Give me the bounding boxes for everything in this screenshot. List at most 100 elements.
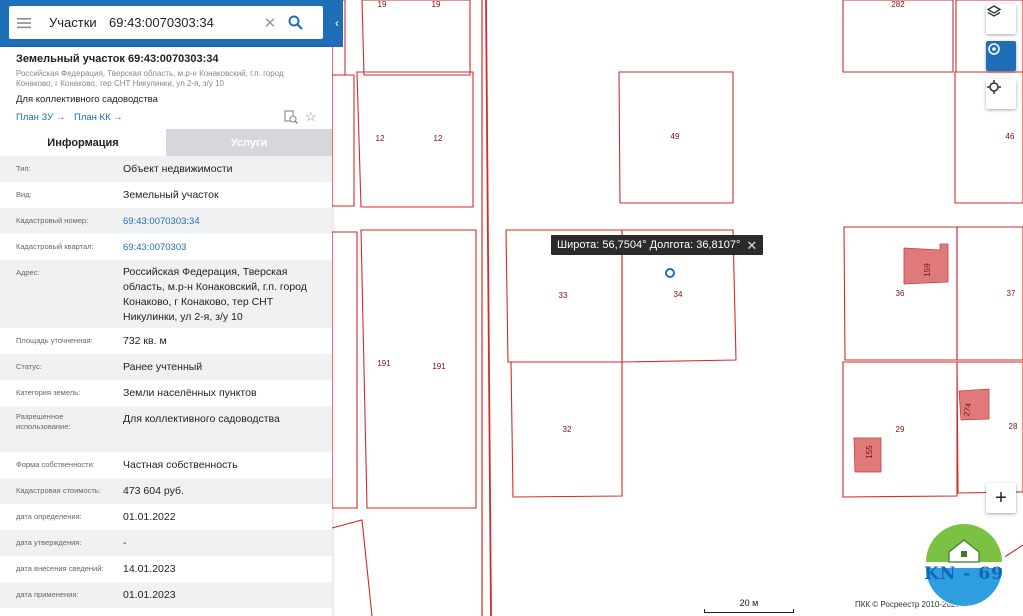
info-value: 732 кв. м	[123, 335, 167, 347]
plot-number-label: 12	[376, 134, 385, 143]
info-row: дата внесения сведений: 14.01.2023	[0, 556, 332, 582]
search-bar: Участки ✕ ‹	[0, 0, 343, 47]
object-type: Для коллективного садоводства	[16, 94, 158, 105]
search-icon[interactable]	[281, 15, 309, 30]
star-icon[interactable]: ☆	[305, 109, 317, 125]
plot-number-label: 191	[432, 362, 446, 371]
parcel-12	[356, 71, 474, 208]
info-value: Земельный участок	[123, 189, 219, 201]
info-label: Статус:	[16, 362, 42, 371]
info-label: Кадастровый номер:	[16, 216, 89, 225]
plot-number-label: 49	[671, 132, 680, 141]
plot-number-label: 282	[891, 0, 905, 9]
info-label: Площадь уточненная:	[16, 336, 93, 345]
parcel-282	[842, 0, 954, 73]
scale-line	[704, 609, 794, 613]
info-row: Вид: Земельный участок	[0, 182, 332, 208]
search-box: Участки ✕	[9, 6, 323, 39]
arrow-right-icon: →	[55, 112, 66, 123]
info-value: Российская Федерация, Тверская область, …	[123, 266, 307, 323]
clear-icon[interactable]: ✕	[259, 14, 281, 32]
info-value: Ранее учтенный	[123, 361, 203, 373]
info-value: 14.01.2023	[123, 563, 176, 575]
info-label: Вид:	[16, 190, 32, 199]
building-number-label: 155	[865, 445, 874, 459]
info-value: Для коллективного садоводства	[123, 413, 280, 425]
object-region: Российская Федерация, Тверская область, …	[16, 69, 284, 88]
zoom-in-label: +	[995, 486, 1007, 509]
layer-select[interactable]: Участки	[39, 15, 109, 30]
arrow-right-icon: →	[113, 112, 123, 123]
info-value: Объект недвижимости	[123, 163, 233, 175]
info-label: дата внесения сведений:	[16, 564, 104, 573]
coordinate-text: Широта: 56,7504° Долгота: 36,8107°	[557, 239, 741, 251]
location-pin-icon[interactable]	[665, 268, 675, 278]
crosshair-icon	[987, 80, 1001, 94]
info-label: Адрес:	[16, 268, 40, 277]
parcel-19	[361, 0, 471, 76]
plan-zu-label: План ЗУ	[16, 112, 54, 123]
plot-number-label: 46	[1006, 132, 1015, 141]
plot-number-label: 29	[896, 425, 905, 434]
search-input[interactable]	[109, 15, 259, 30]
plot-number-label: 191	[377, 359, 391, 368]
info-row: Тип: Объект недвижимости	[0, 156, 332, 182]
object-title: Земельный участок 69:43:0070303:34	[16, 53, 219, 65]
logo-text: KN - 69	[924, 564, 1004, 584]
info-value-link[interactable]: 69:43:0070303:34	[123, 214, 323, 229]
zoom-in-button[interactable]: +	[986, 483, 1016, 513]
target-icon	[988, 43, 1000, 55]
info-label: Кадастровый квартал:	[16, 242, 94, 251]
info-label: Тип:	[16, 164, 31, 173]
plan-kk-label: План КК	[74, 112, 111, 123]
plot-number-label: 37	[1007, 289, 1016, 298]
info-row: дата применения: 01.01.2023	[0, 582, 332, 608]
layers-button[interactable]	[986, 4, 1016, 34]
tab-services[interactable]: Услуги	[166, 129, 332, 156]
plan-zu-link[interactable]: План ЗУ →	[16, 112, 65, 123]
building-number-label: 159	[923, 263, 932, 277]
plot-number-label: 33	[559, 291, 568, 300]
info-label: дата определения:	[16, 512, 82, 521]
coordinate-popup: Широта: 56,7504° Долгота: 36,8107° ✕	[551, 235, 764, 255]
info-label: дата утверждения:	[16, 538, 82, 547]
info-row: Площадь уточненная: 732 кв. м	[0, 328, 332, 354]
info-label: Кадастровая стоимость:	[16, 486, 101, 495]
plot-number-label: 36	[896, 289, 905, 298]
tab-bar: Информация Услуги	[0, 129, 332, 156]
identify-button[interactable]	[986, 41, 1016, 71]
tab-info[interactable]: Информация	[0, 129, 166, 156]
info-row: Разрешенное использование: Для коллективн…	[0, 406, 332, 452]
collapse-panel-button[interactable]: ‹	[331, 14, 343, 32]
scale-bar: 20 м	[704, 598, 794, 613]
scale-label: 20 м	[739, 598, 759, 608]
info-row: Кадастровый номер: 69:43:0070303:34	[0, 208, 332, 234]
info-value: Частная собственность	[123, 459, 238, 471]
info-value-link[interactable]: 69:43:0070303	[123, 240, 323, 255]
close-icon[interactable]: ✕	[746, 239, 757, 252]
info-row: дата определения: 01.01.2022	[0, 504, 332, 530]
zoom-to-object-icon[interactable]	[284, 110, 298, 129]
info-value: -	[123, 537, 127, 549]
info-label: дата применения:	[16, 590, 79, 599]
plot-number-label: 32	[563, 425, 572, 434]
info-value: 01.01.2022	[123, 511, 176, 523]
menu-icon[interactable]	[9, 6, 39, 39]
info-row: Форма собственности: Частная собственност…	[0, 452, 332, 478]
info-row: Статус: Ранее учтенный	[0, 354, 332, 380]
info-panel: Земельный участок 69:43:0070303:34 Росси…	[0, 47, 332, 616]
plot-number-label: 19	[378, 0, 387, 9]
plan-kk-link[interactable]: План КК →	[74, 112, 123, 123]
info-value: Земли населённых пунктов	[123, 387, 257, 399]
plot-number-label: 19	[432, 0, 441, 9]
layers-icon	[986, 5, 1002, 17]
info-row: Категория земель: Земли населённых пункто…	[0, 380, 332, 406]
info-label: Категория земель:	[16, 388, 81, 397]
info-row: дата утверждения: -	[0, 530, 332, 556]
kn69-logo: KN - 69	[921, 522, 1007, 608]
my-location-button[interactable]	[986, 79, 1016, 109]
info-label: Разрешенное использование:	[16, 412, 71, 431]
chevron-left-icon: ‹	[335, 16, 339, 30]
info-value: 01.01.2023	[123, 589, 176, 601]
plot-number-label: 34	[674, 290, 683, 299]
